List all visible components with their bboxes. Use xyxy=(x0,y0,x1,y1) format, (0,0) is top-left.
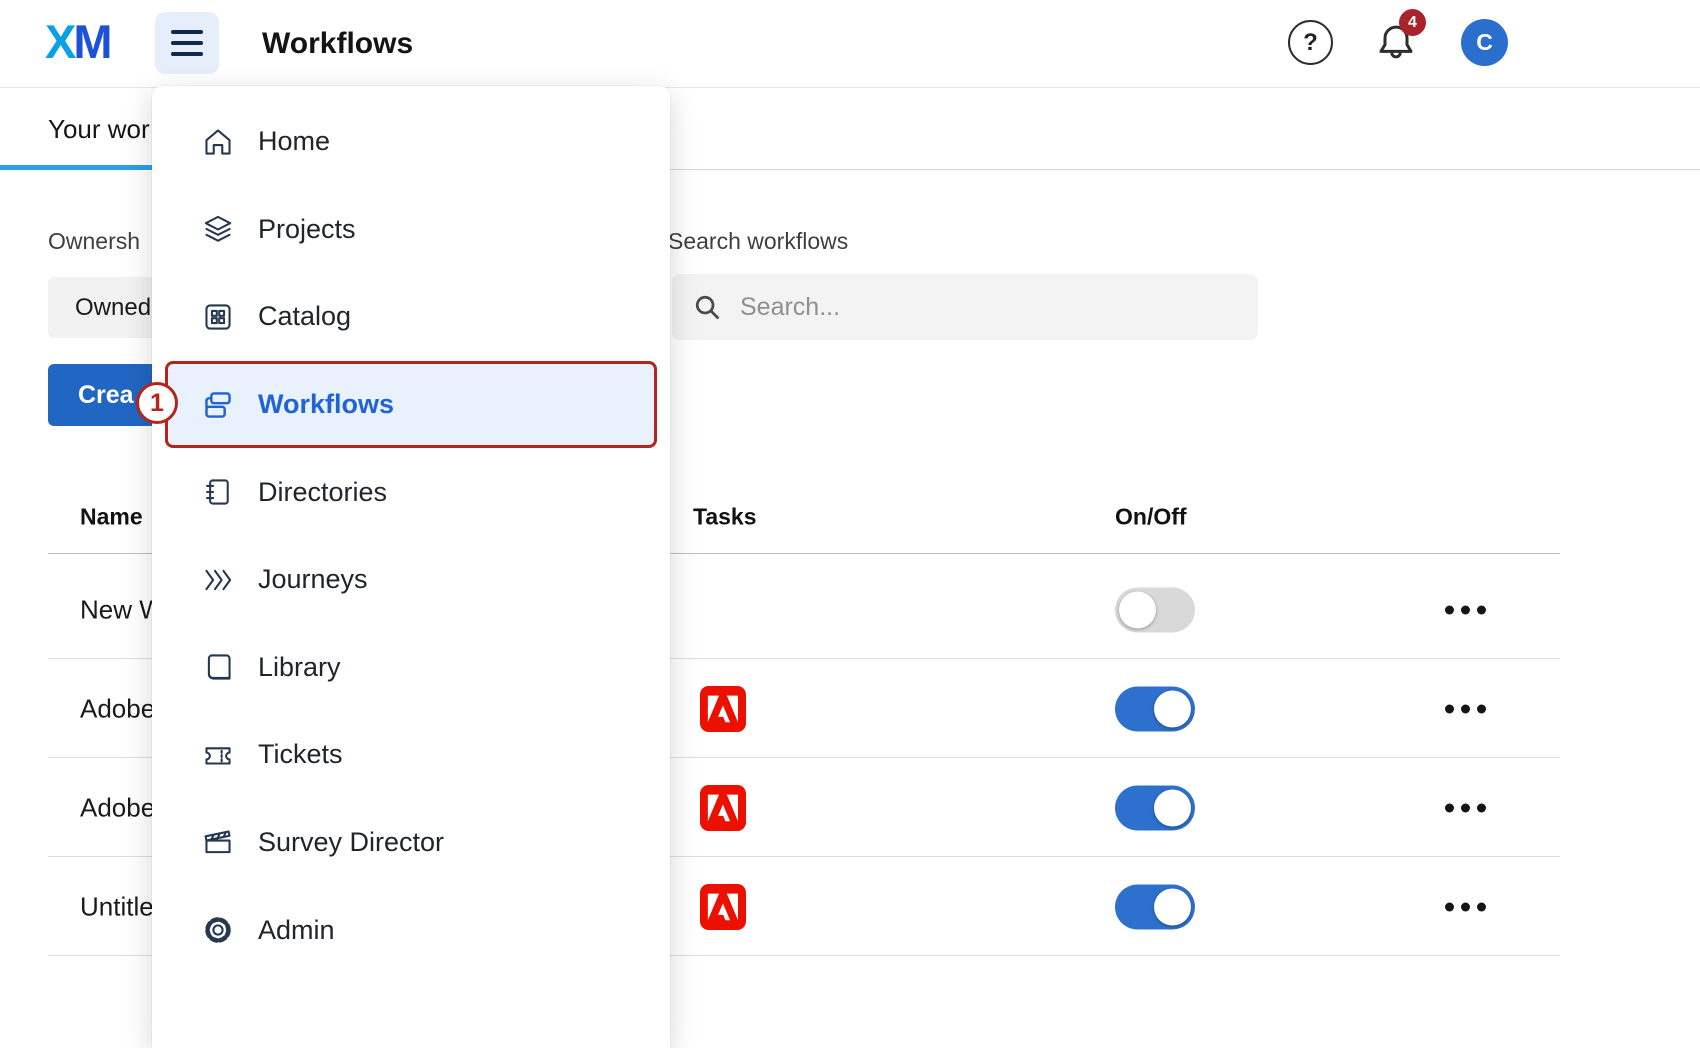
tickets-icon xyxy=(200,737,236,773)
toggle-knob xyxy=(1154,888,1191,925)
adobe-task-icon xyxy=(700,884,746,930)
annotation-step-badge: 1 xyxy=(136,382,178,424)
adobe-task-icon xyxy=(700,686,746,732)
workflow-name: Adobe xyxy=(80,792,155,823)
notifications-bell-icon[interactable]: 4 xyxy=(1372,19,1420,67)
menu-item-journeys[interactable]: Journeys xyxy=(152,536,670,624)
ownership-label: Ownersh xyxy=(48,228,140,255)
menu-item-admin[interactable]: Admin xyxy=(152,886,670,974)
on-off-toggle[interactable] xyxy=(1115,587,1195,632)
workflows-page: XM Workflows ? 4 C Your wor Ownersh Sear… xyxy=(0,0,1700,1048)
search-workflows-label: Search workflows xyxy=(668,228,848,255)
menu-item-library[interactable]: Library xyxy=(152,624,670,712)
column-header-onoff: On/Off xyxy=(1115,503,1187,530)
menu-item-workflows[interactable]: Workflows xyxy=(165,361,657,449)
menu-item-home[interactable]: Home xyxy=(152,98,670,186)
xm-logo: XM xyxy=(45,14,110,69)
row-actions-button[interactable] xyxy=(1445,605,1486,614)
on-off-toggle[interactable] xyxy=(1115,686,1195,731)
page-title: Workflows xyxy=(262,0,413,88)
global-nav-menu-button[interactable] xyxy=(155,12,219,74)
directories-icon xyxy=(200,474,236,510)
toggle-knob xyxy=(1119,591,1156,628)
search-box xyxy=(672,274,1258,340)
catalog-icon xyxy=(200,299,236,335)
survey-director-icon xyxy=(200,825,236,861)
adobe-task-icon xyxy=(700,785,746,831)
home-icon xyxy=(200,124,236,160)
tab-your-workflows[interactable]: Your wor xyxy=(48,88,150,170)
active-tab-underline xyxy=(0,165,152,170)
toggle-knob xyxy=(1154,690,1191,727)
menu-item-directories[interactable]: Directories xyxy=(152,448,670,536)
workflows-icon xyxy=(200,387,236,423)
on-off-toggle[interactable] xyxy=(1115,884,1195,929)
column-header-tasks: Tasks xyxy=(693,503,757,530)
help-icon[interactable]: ? xyxy=(1288,20,1333,65)
search-icon xyxy=(692,292,722,322)
on-off-toggle[interactable] xyxy=(1115,785,1195,830)
search-input[interactable] xyxy=(740,293,1200,322)
menu-item-tickets[interactable]: Tickets xyxy=(152,711,670,799)
menu-item-projects[interactable]: Projects xyxy=(152,186,670,274)
column-header-name: Name xyxy=(80,503,143,530)
menu-item-survey-director[interactable]: Survey Director xyxy=(152,799,670,887)
row-actions-button[interactable] xyxy=(1445,902,1486,911)
global-nav-menu: Home Projects Catalog Workflows Director xyxy=(152,86,670,1048)
row-actions-button[interactable] xyxy=(1445,704,1486,713)
workflow-name: Adobe xyxy=(80,693,155,724)
journeys-icon xyxy=(200,562,236,598)
workflow-name: Untitle xyxy=(80,891,154,922)
top-bar: XM Workflows ? 4 C xyxy=(0,0,1700,88)
toggle-knob xyxy=(1154,789,1191,826)
user-avatar[interactable]: C xyxy=(1461,19,1508,66)
menu-item-catalog[interactable]: Catalog xyxy=(152,273,670,361)
notification-count-badge: 4 xyxy=(1399,9,1426,36)
hamburger-icon xyxy=(171,30,203,34)
admin-gear-icon xyxy=(200,912,236,948)
row-actions-button[interactable] xyxy=(1445,803,1486,812)
projects-icon xyxy=(200,211,236,247)
library-icon xyxy=(200,649,236,685)
